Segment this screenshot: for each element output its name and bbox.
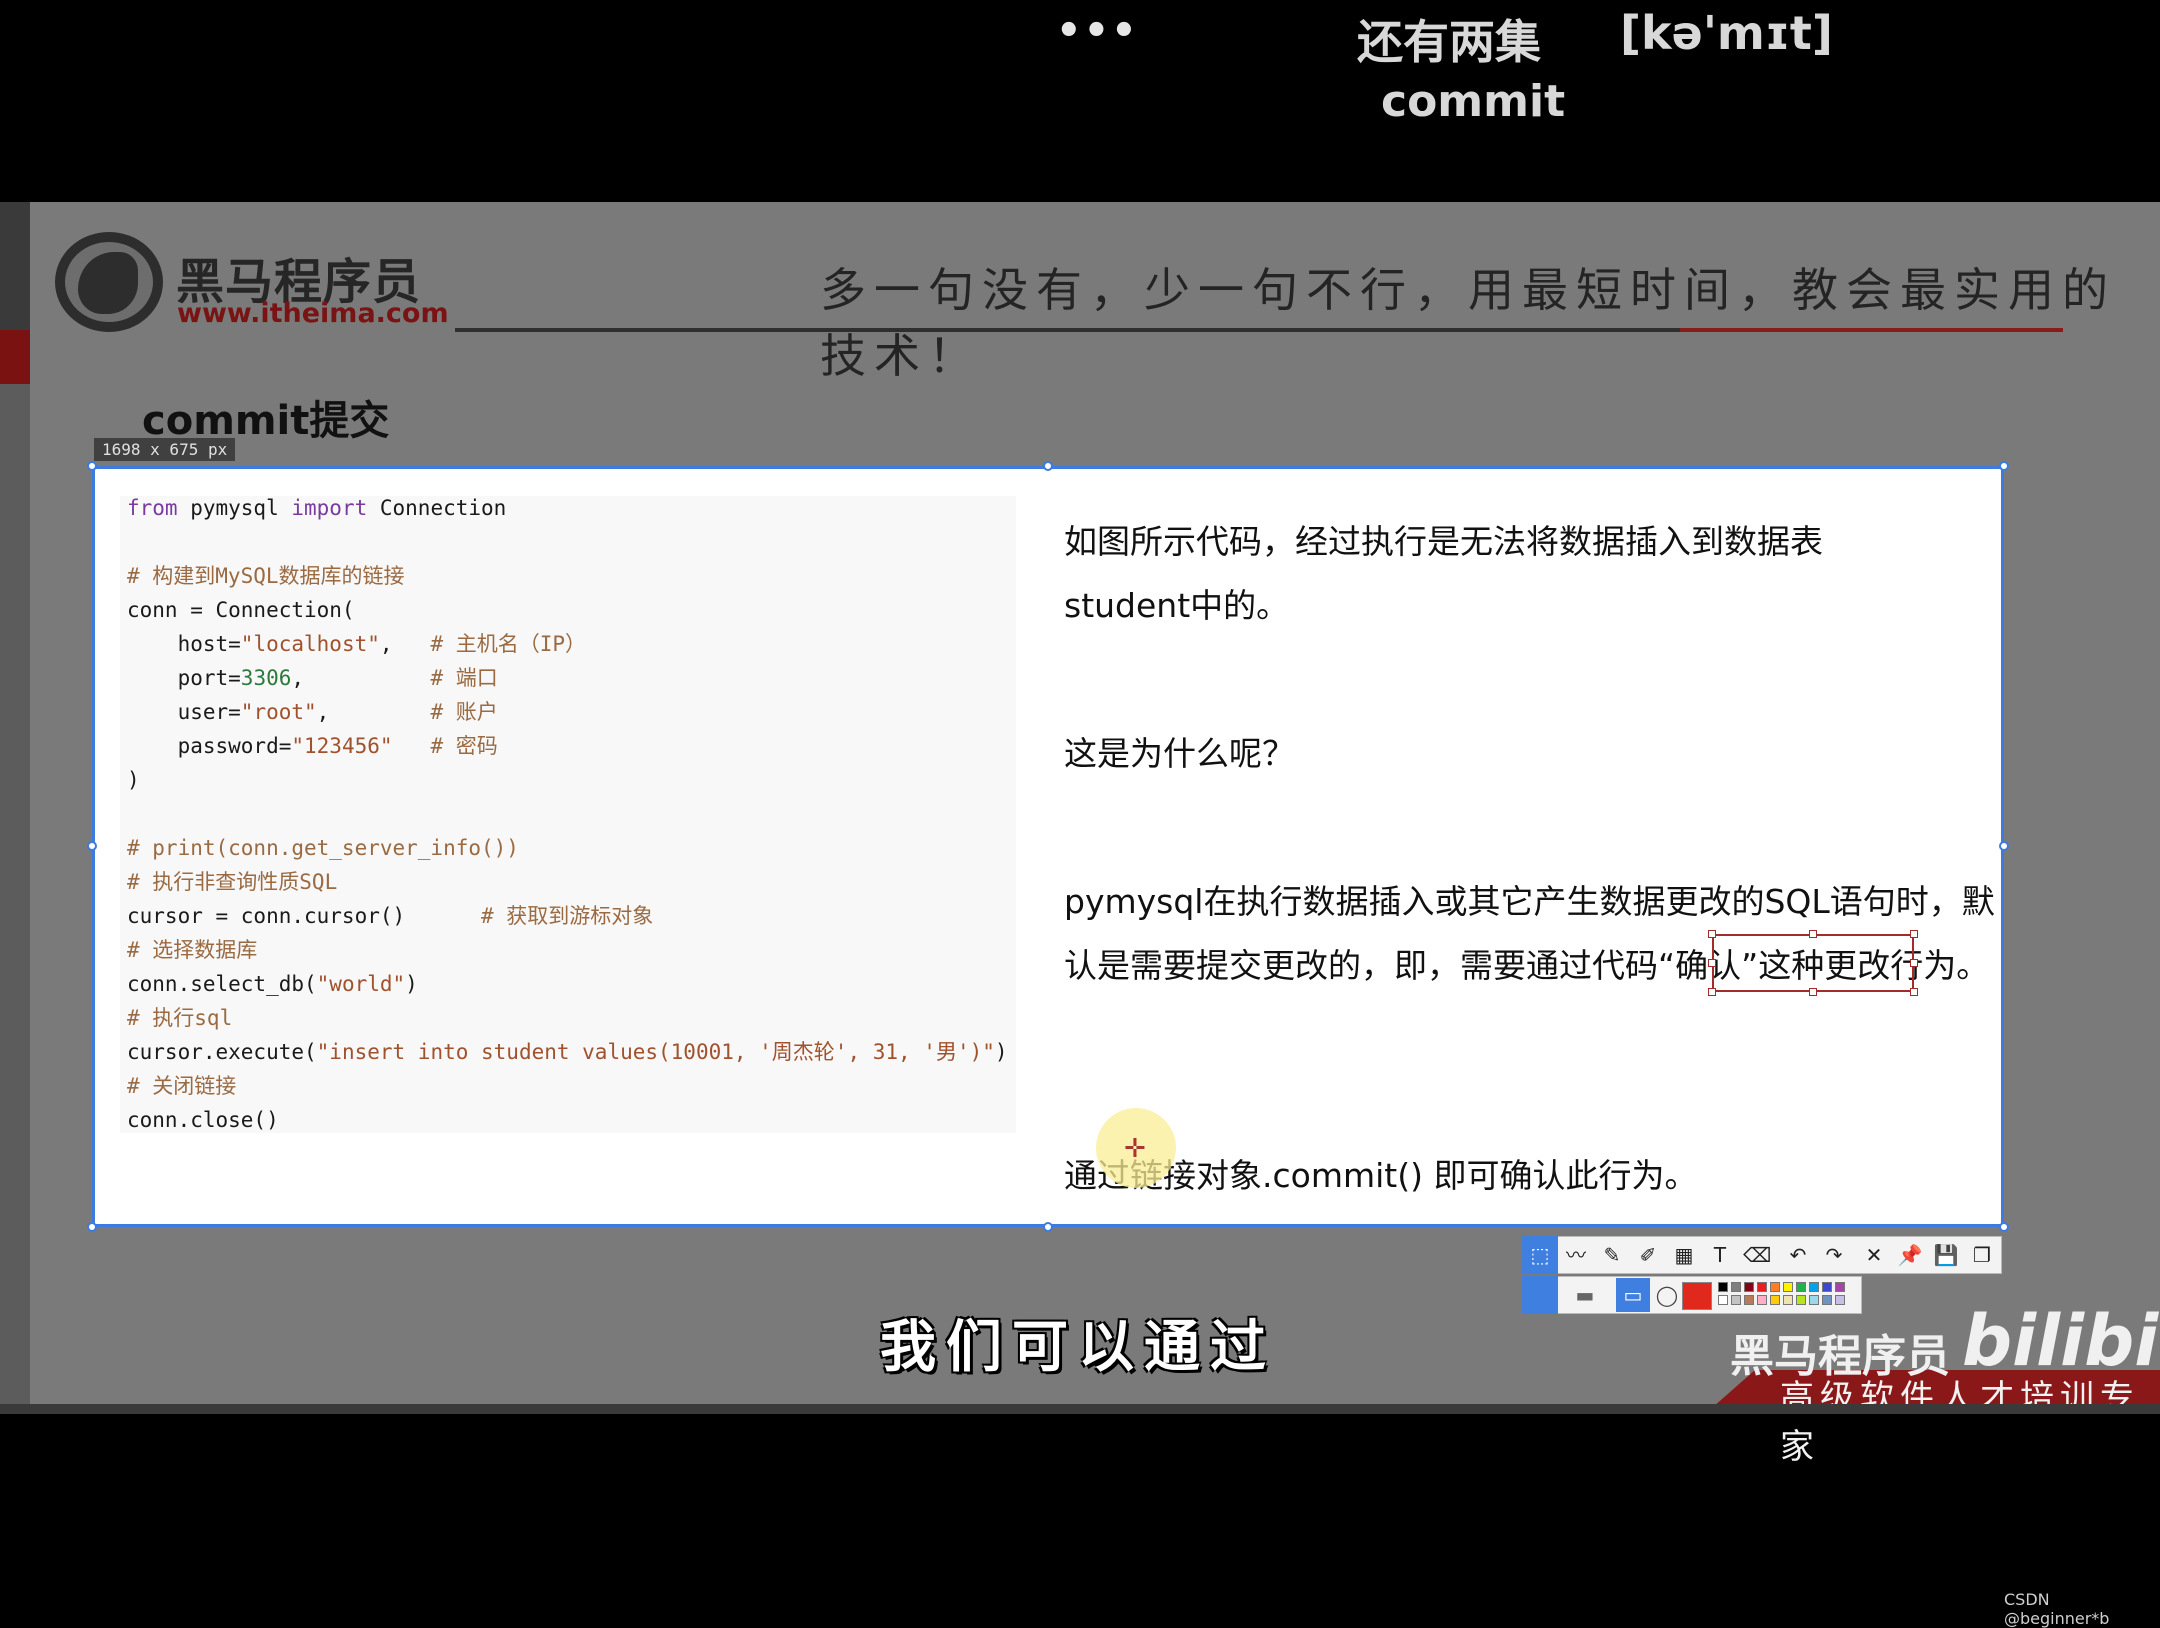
code-line: password="123456" # 密码 — [127, 734, 498, 758]
undo-icon[interactable]: ↶ — [1785, 1242, 1811, 1268]
annotation-handle[interactable] — [1910, 959, 1918, 967]
code-line: cursor.execute("insert into student valu… — [127, 1040, 1008, 1064]
resize-handle-t[interactable] — [1043, 461, 1053, 471]
slogan-underline-accent — [1680, 328, 2063, 332]
explain-paragraph-1: 如图所示代码，经过执行是无法将数据插入到数据表student中的。 — [1064, 522, 1823, 625]
resize-handle-tr[interactable] — [1999, 461, 2009, 471]
marker-icon[interactable]: ✐ — [1635, 1242, 1661, 1268]
code-line: port=3306, # 端口 — [127, 666, 498, 690]
resize-handle-tl[interactable] — [87, 461, 97, 471]
slide-edge-dark — [0, 202, 30, 330]
color-swatch[interactable] — [1744, 1282, 1754, 1292]
code-line: conn.close() — [127, 1108, 279, 1132]
video-progress-bar[interactable] — [0, 1404, 2160, 1414]
color-swatch[interactable] — [1757, 1295, 1767, 1305]
text-icon[interactable]: T — [1707, 1242, 1733, 1268]
code-line: from pymysql import Connection — [127, 496, 507, 520]
color-swatch[interactable] — [1809, 1295, 1819, 1305]
more-menu-button[interactable]: ••• — [1056, 8, 1139, 54]
code-line: # 构建到MySQL数据库的链接 — [127, 564, 405, 588]
resize-handle-br[interactable] — [1999, 1222, 2009, 1232]
line-icon[interactable]: 〰 — [1563, 1242, 1589, 1268]
resize-handle-l[interactable] — [87, 841, 97, 851]
color-swatch[interactable] — [1783, 1295, 1793, 1305]
code-line: conn.select_db("world") — [127, 972, 418, 996]
save-icon[interactable]: 💾 — [1933, 1242, 1959, 1268]
brand-slogan: 高级软件人才培训专家 — [1780, 1378, 2140, 1467]
code-line: # 执行非查询性质SQL — [127, 870, 338, 894]
copy-icon[interactable]: ❐ — [1969, 1242, 1995, 1268]
color-swatch[interactable] — [1731, 1282, 1741, 1292]
pencil-icon[interactable]: ✎ — [1599, 1242, 1625, 1268]
resize-handle-bl[interactable] — [87, 1222, 97, 1232]
explain-paragraph-2: 这是为什么呢？ — [1064, 734, 1295, 773]
code-line: ) — [127, 768, 140, 792]
annotation-handle[interactable] — [1910, 930, 1918, 938]
code-line: # print(conn.get_server_info()) — [127, 836, 519, 860]
select-icon[interactable]: ⬚ — [1527, 1242, 1553, 1268]
color-swatch[interactable] — [1757, 1282, 1767, 1292]
color-swatch[interactable] — [1731, 1295, 1741, 1305]
logo-url: www.itheima.com — [177, 298, 449, 329]
code-block: from pymysql import Connection # 构建到MySQ… — [127, 491, 1027, 1137]
resize-handle-r[interactable] — [1999, 841, 2009, 851]
annotation-handle[interactable] — [1708, 930, 1716, 938]
pin-icon[interactable]: 📌 — [1897, 1242, 1923, 1268]
code-line: conn = Connection( — [127, 598, 355, 622]
color-swatch[interactable] — [1796, 1282, 1806, 1292]
code-line: # 执行sql — [127, 1006, 233, 1030]
eraser-icon[interactable]: ⌫ — [1743, 1242, 1771, 1268]
color-swatch[interactable] — [1835, 1282, 1845, 1292]
color-swatch[interactable] — [1796, 1295, 1806, 1305]
annotation-rectangle[interactable] — [1712, 934, 1914, 992]
annotation-handle[interactable] — [1809, 988, 1817, 996]
selection-size-label: 1698 x 675 px — [94, 438, 236, 461]
color-swatch[interactable] — [1809, 1282, 1819, 1292]
video-subtitle: 我们可以通过 — [880, 1315, 1276, 1380]
color-swatch[interactable] — [1770, 1282, 1780, 1292]
color-swatch[interactable] — [1783, 1282, 1793, 1292]
color-swatch[interactable] — [1835, 1295, 1845, 1305]
close-icon[interactable]: ✕ — [1861, 1242, 1887, 1268]
annotation-toolbar: ⬚ 〰 ✎ ✐ ▦ T ⌫ ↶ ↷ ✕ 📌 💾 ❐ ▬ ▭ ◯ — [1522, 1236, 2002, 1316]
video-top-bar: ••• 还有两集 [kə'mɪt] commit — [0, 0, 2160, 202]
rectangle-icon[interactable]: ▭ — [1620, 1282, 1646, 1308]
color-swatch[interactable] — [1718, 1282, 1728, 1292]
color-swatch[interactable] — [1822, 1282, 1832, 1292]
toolbar-size-selector[interactable] — [1522, 1276, 1558, 1314]
code-line: # 关闭链接 — [127, 1074, 237, 1098]
annotation-handle[interactable] — [1809, 930, 1817, 938]
redo-icon[interactable]: ↷ — [1821, 1242, 1847, 1268]
code-line: host="localhost", # 主机名（IP） — [127, 632, 587, 656]
ellipse-icon[interactable]: ◯ — [1654, 1282, 1680, 1308]
vocab-phonetic: [kə'mɪt] — [1620, 6, 1833, 60]
color-swatch[interactable] — [1718, 1295, 1728, 1305]
slide-slogan: 多一句没有，少一句不行，用最短时间，教会最实用的技术！ — [820, 263, 2116, 383]
color-swatch[interactable] — [1744, 1295, 1754, 1305]
fill-rect-icon[interactable]: ▬ — [1572, 1282, 1598, 1308]
resize-handle-b[interactable] — [1043, 1222, 1053, 1232]
vocab-word: 还有两集 — [1357, 15, 1541, 69]
code-line: user="root", # 账户 — [127, 700, 498, 724]
annotation-handle[interactable] — [1708, 988, 1716, 996]
mosaic-icon[interactable]: ▦ — [1671, 1242, 1697, 1268]
csdn-watermark: CSDN @beginner*b — [2004, 1590, 2110, 1628]
color-swatch[interactable] — [1770, 1295, 1780, 1305]
crosshair-cursor-icon: ✛ — [1124, 1134, 1146, 1164]
code-line: cursor = conn.cursor() # 获取到游标对象 — [127, 904, 654, 928]
vocab-english: commit — [1381, 76, 1566, 127]
annotation-handle[interactable] — [1708, 959, 1716, 967]
annotation-handle[interactable] — [1910, 988, 1918, 996]
slide-edge-red — [0, 330, 30, 384]
code-line: # 选择数据库 — [127, 938, 258, 962]
current-color-swatch[interactable] — [1682, 1282, 1712, 1310]
color-swatch[interactable] — [1822, 1295, 1832, 1305]
